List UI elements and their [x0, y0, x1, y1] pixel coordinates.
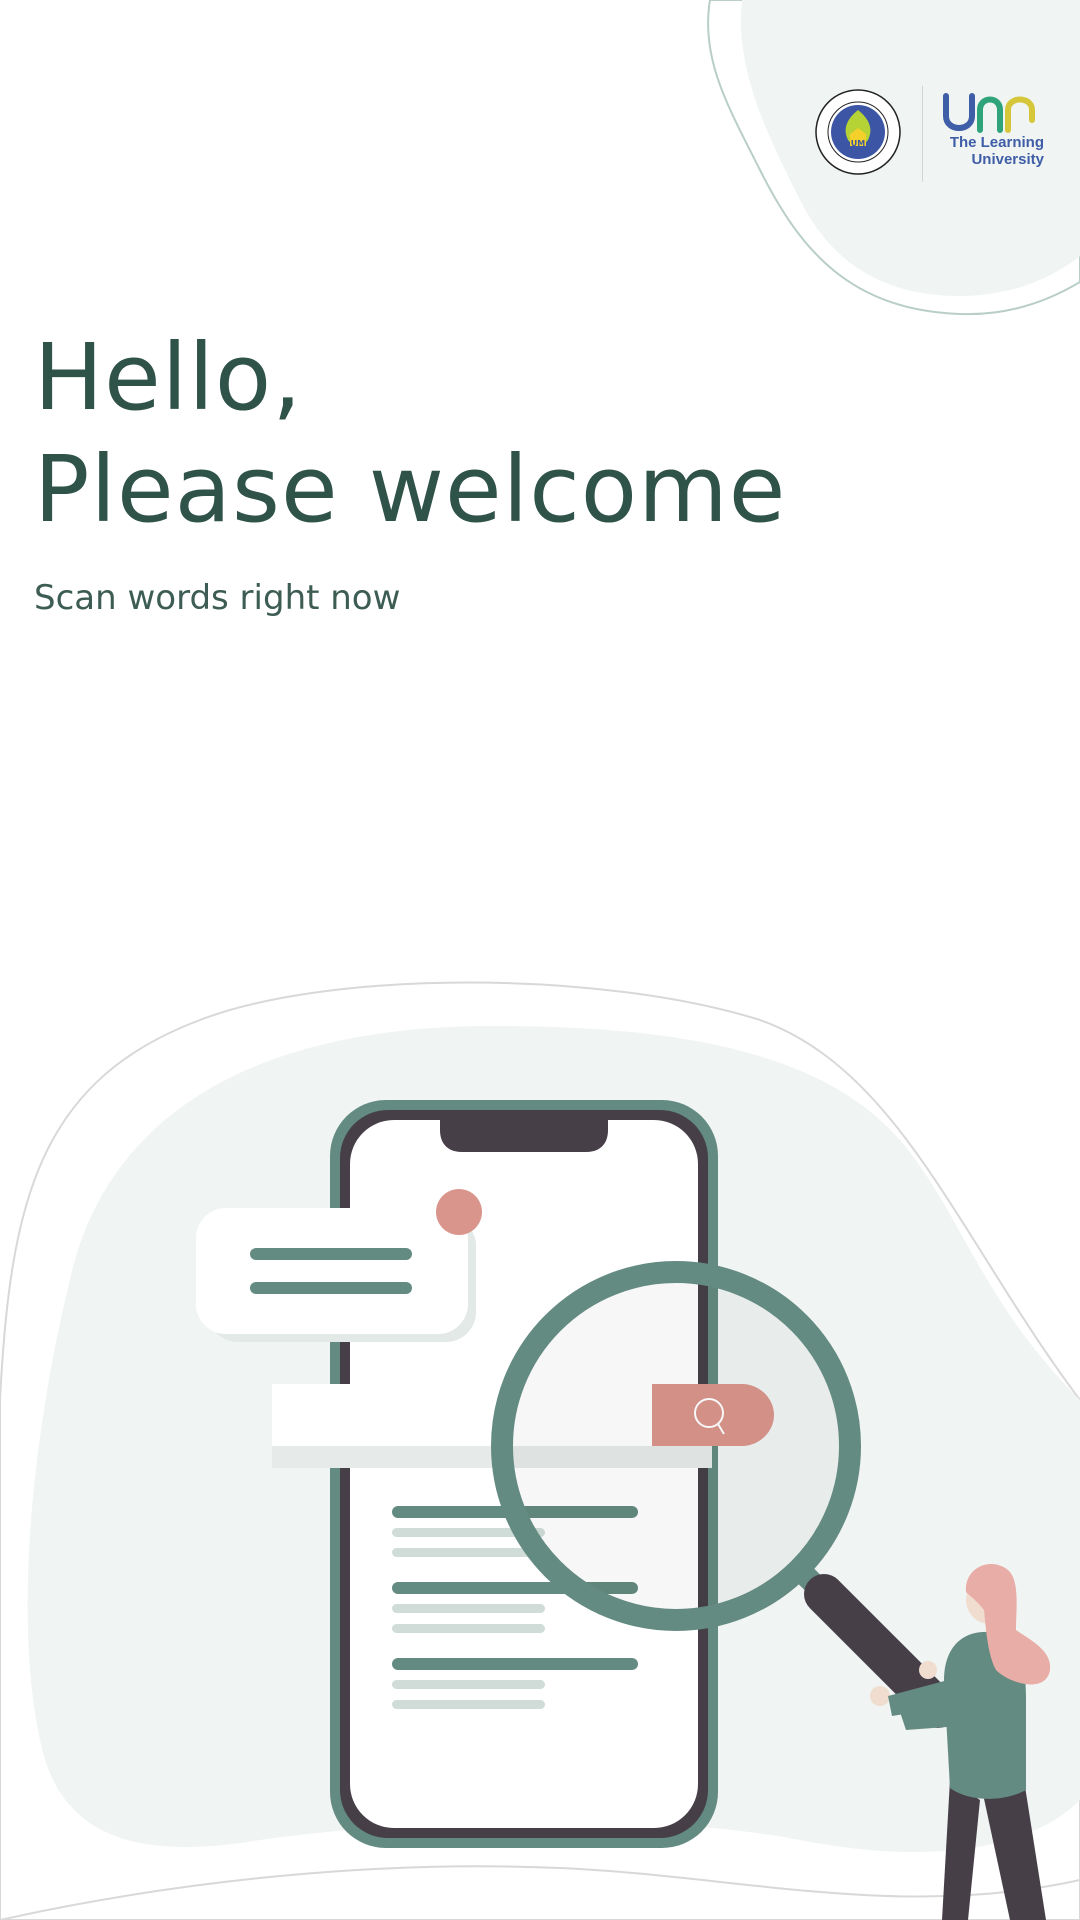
welcome-heading: Hello, Please welcome	[34, 322, 786, 546]
seal-initials: UM	[851, 139, 865, 148]
result-subline-3a	[392, 1680, 545, 1689]
result-subline-1b	[392, 1548, 545, 1557]
chat-bubble-line-1	[250, 1248, 412, 1260]
brand-tagline-line1: The Learning	[949, 134, 1044, 151]
phone-scan-illustration	[0, 981, 1080, 1920]
result-subline-2b	[392, 1624, 545, 1633]
notification-dot	[436, 1189, 482, 1235]
brand-tagline: The Learning University	[932, 134, 1044, 168]
result-subline-2a	[392, 1604, 545, 1613]
greeting-line-2: Please welcome	[34, 436, 787, 543]
brand-tagline-line2: University	[971, 151, 1044, 168]
university-seal-logo: UM	[815, 89, 901, 175]
chat-bubble-line-2	[250, 1282, 412, 1294]
chat-bubble	[196, 1208, 468, 1334]
um-brand-mark	[943, 93, 1035, 133]
illustration-bottom-wave	[0, 1865, 1080, 1920]
phone-notch	[440, 1116, 608, 1152]
university-logos: UM The Learning University	[812, 84, 1044, 184]
greeting-line-1: Hello,	[34, 324, 303, 431]
result-subline-3b	[392, 1700, 545, 1709]
logo-divider	[922, 86, 923, 182]
result-line-3	[392, 1658, 638, 1670]
welcome-subtitle: Scan words right now	[34, 578, 401, 618]
